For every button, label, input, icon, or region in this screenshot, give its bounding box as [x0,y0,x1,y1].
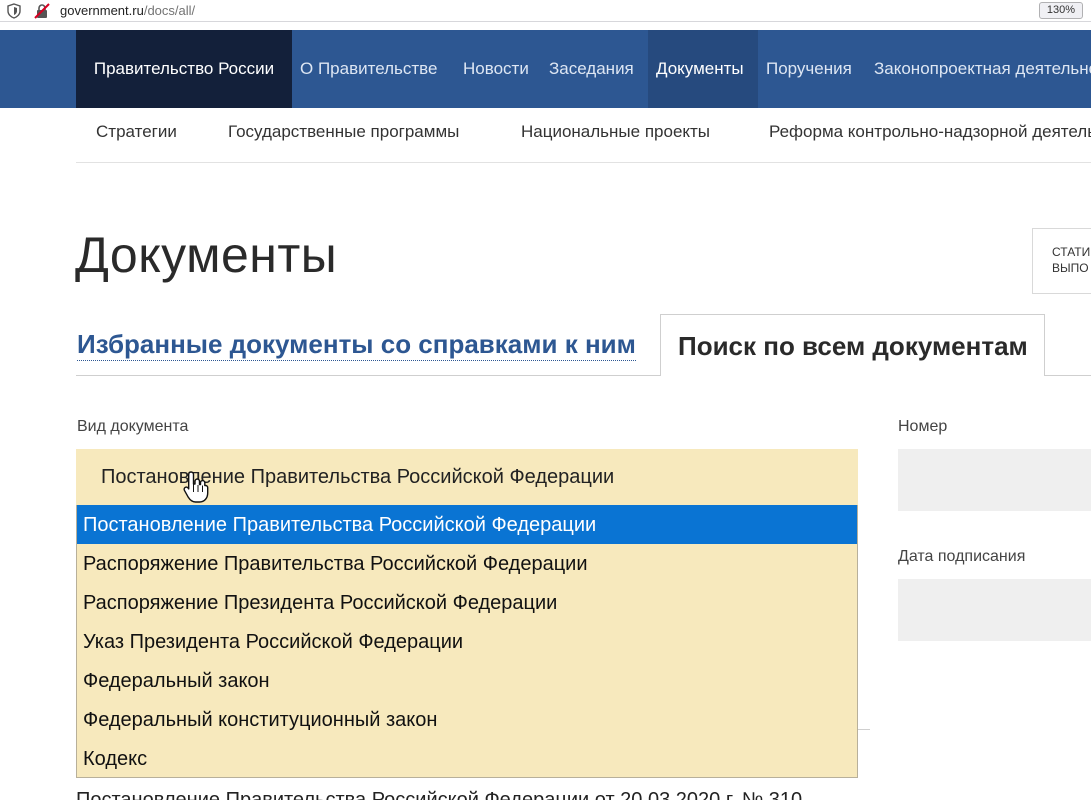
dropdown-option[interactable]: Постановление Правительства Российской Ф… [77,505,857,544]
doc-type-dropdown: Постановление Правительства Российской Ф… [76,505,858,778]
dropdown-option[interactable]: Федеральный конституционный закон [77,700,857,739]
signing-date-label: Дата подписания [898,548,1026,565]
dropdown-option[interactable]: Федеральный закон [77,661,857,700]
dropdown-option[interactable]: Кодекс [77,739,857,778]
number-input[interactable] [898,449,1091,511]
dropdown-option[interactable]: Распоряжение Президента Российской Федер… [77,583,857,622]
doc-type-label: Вид документа [77,418,189,435]
url-text[interactable]: government.ru/docs/all/ [60,3,195,18]
nav-item-about[interactable]: О Правительстве [292,30,445,108]
hand-cursor-icon [183,471,209,503]
subnav-item-control-reform[interactable]: Реформа контрольно-надзорной деятельност… [769,108,1091,158]
subnav-item-state-programs[interactable]: Государственные программы [228,108,459,158]
tab-featured-documents[interactable]: Избранные документы со справками к ним [77,328,636,361]
tabs-divider [76,375,660,376]
browser-url-bar[interactable]: government.ru/docs/all/ 130% [0,0,1091,22]
nav-item-instructions[interactable]: Поручения [758,30,860,108]
top-navigation: Правительство России О Правительстве Нов… [0,30,1091,108]
signing-date-input[interactable] [898,579,1091,641]
dropdown-option[interactable]: Распоряжение Правительства Российской Фе… [77,544,857,583]
tabs-divider-right [1045,375,1091,376]
url-path: /docs/all/ [143,3,196,18]
zoom-indicator[interactable]: 130% [1038,2,1083,19]
nav-item-documents[interactable]: Документы [648,30,758,108]
sub-navigation: Стратегии Государственные программы Наци… [76,108,1091,163]
brand-link[interactable]: Правительство России [76,30,292,108]
tab-search-all-documents[interactable]: Поиск по всем документам [660,314,1045,376]
statistics-box[interactable]: СТАТИ ВЫПО [1032,228,1091,294]
page-title: Документы [75,227,338,283]
nav-item-news[interactable]: Новости [455,30,537,108]
number-label: Номер [898,418,948,435]
insecure-lock-icon[interactable] [34,3,50,19]
dropdown-option[interactable]: Указ Президента Российской Федерации [77,622,857,661]
subnav-item-strategies[interactable]: Стратегии [96,108,177,158]
subnav-item-national-projects[interactable]: Национальные проекты [521,108,710,158]
form-divider [858,729,870,730]
shield-icon[interactable] [7,3,21,19]
statistics-box-line2: ВЫПО [1052,261,1089,275]
url-host: government.ru [60,3,144,18]
nav-item-lawmaking[interactable]: Законопроектная деятельность [866,30,1091,108]
result-item-title[interactable]: Постановление Правительства Российской Ф… [76,786,802,800]
statistics-box-line1: СТАТИ [1052,245,1091,259]
nav-item-meetings[interactable]: Заседания [541,30,642,108]
